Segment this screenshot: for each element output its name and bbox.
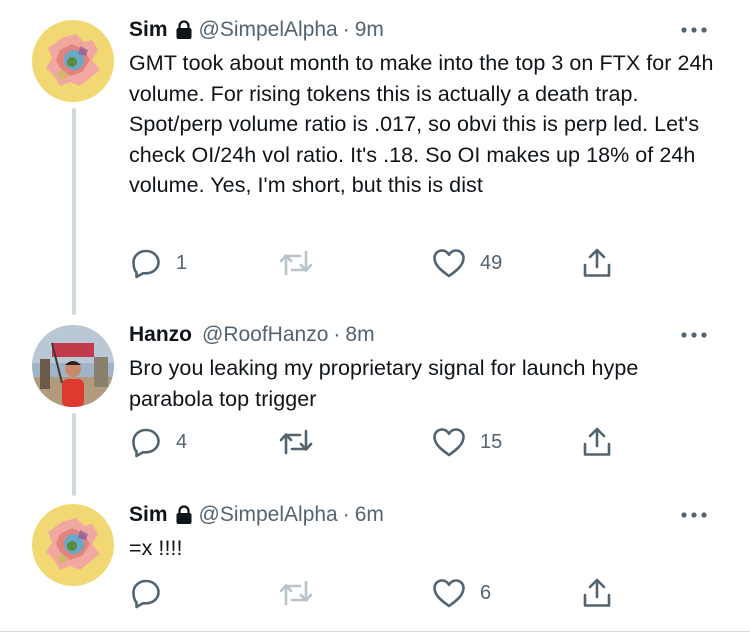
share-icon (582, 426, 612, 458)
avatar[interactable] (32, 504, 114, 586)
more-icon[interactable] (674, 500, 714, 530)
handle[interactable]: @SimpelAlpha (199, 502, 338, 528)
share-button[interactable] (582, 573, 612, 613)
thread-line-2 (72, 413, 76, 496)
display-name[interactable]: Sim (129, 17, 168, 43)
like-icon (432, 427, 466, 457)
handle[interactable]: @SimpelAlpha (199, 17, 338, 43)
separator: · (342, 18, 350, 41)
retweet-icon (278, 248, 314, 278)
like-count: 15 (480, 430, 503, 453)
timestamp[interactable]: 9m (355, 17, 384, 43)
tweet-actions: 1 49 (130, 243, 630, 283)
reply-button[interactable]: 4 (130, 422, 187, 462)
retweet-icon (278, 427, 314, 457)
lock-icon (175, 20, 193, 40)
reply-count: 4 (176, 430, 188, 453)
handle[interactable]: @RoofHanzo (202, 322, 328, 348)
retweet-icon (278, 578, 314, 608)
divider (0, 631, 750, 632)
timestamp[interactable]: 6m (355, 502, 384, 528)
avatar[interactable] (32, 20, 114, 102)
like-count: 6 (480, 581, 492, 604)
tweet-header: Sim @SimpelAlpha · 6m (129, 502, 720, 528)
retweet-button[interactable] (278, 422, 328, 462)
share-button[interactable] (582, 422, 612, 462)
tweet-text: =x !!!! (129, 536, 183, 560)
reply-button[interactable]: 1 (130, 243, 187, 283)
reply-icon (130, 247, 162, 279)
display-name[interactable]: Hanzo (129, 322, 192, 348)
display-name[interactable]: Sim (129, 502, 168, 528)
more-icon[interactable] (674, 15, 714, 45)
reply-count: 1 (176, 251, 188, 274)
retweet-button (278, 243, 328, 283)
tweet-actions: 6 (130, 573, 630, 613)
like-count: 49 (480, 251, 503, 274)
tweet-text: Bro you leaking my proprietary signal fo… (129, 356, 639, 411)
tweet-actions: 4 15 (130, 422, 630, 462)
separator: · (342, 503, 350, 526)
timestamp[interactable]: 8m (345, 322, 374, 348)
retweet-button (278, 573, 328, 613)
tweet-header: Sim @SimpelAlpha · 9m (129, 17, 720, 43)
reply-icon (130, 577, 162, 609)
more-icon[interactable] (674, 320, 714, 350)
lock-icon (175, 505, 193, 525)
tweet-header: Hanzo @RoofHanzo · 8m (129, 322, 720, 348)
like-icon (432, 578, 466, 608)
share-icon (582, 577, 612, 609)
separator: · (333, 323, 341, 346)
like-icon (432, 248, 466, 278)
like-button[interactable]: 49 (432, 243, 502, 283)
reply-icon (130, 426, 162, 458)
like-button[interactable]: 6 (432, 573, 491, 613)
avatar[interactable] (32, 325, 114, 407)
like-button[interactable]: 15 (432, 422, 502, 462)
share-button[interactable] (582, 243, 612, 283)
reply-button[interactable] (130, 573, 176, 613)
thread-line-1 (72, 108, 76, 315)
share-icon (582, 247, 612, 279)
tweet-text: GMT took about month to make into the to… (129, 51, 714, 197)
